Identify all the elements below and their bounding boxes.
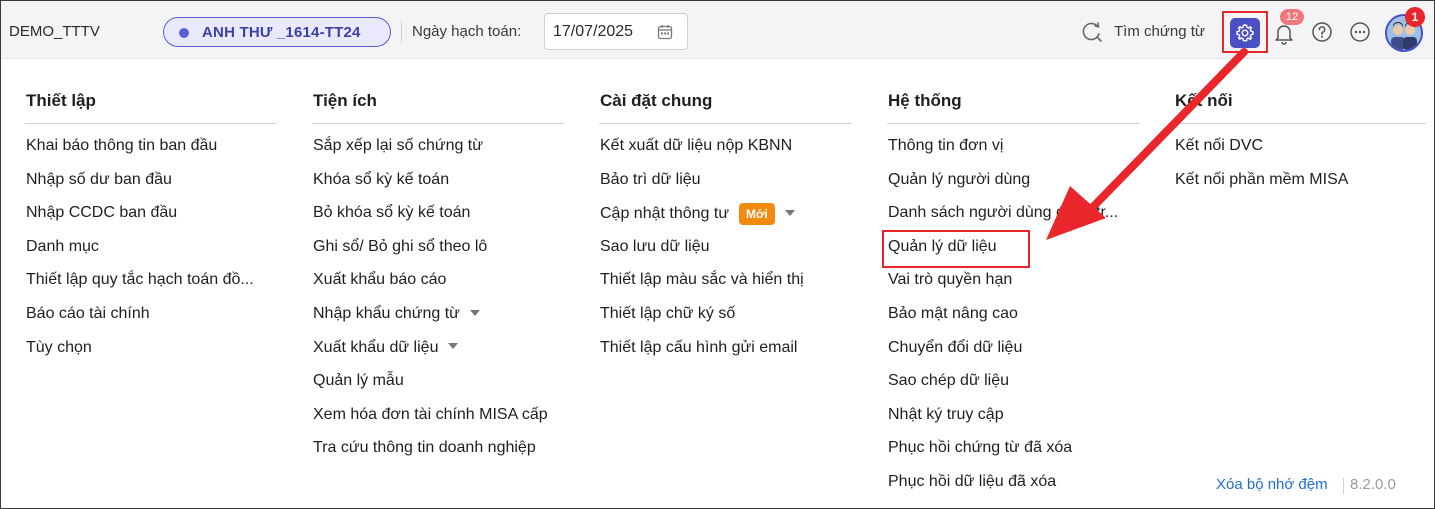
help-icon[interactable] <box>1311 21 1333 43</box>
settings-button[interactable] <box>1230 18 1260 48</box>
chevron-down-icon[interactable] <box>784 210 795 217</box>
posting-date-field[interactable]: 17/07/2025 <box>544 13 688 50</box>
menu-item[interactable]: Xuất khẩu báo cáo <box>312 270 564 304</box>
new-badge: Mới <box>739 203 775 226</box>
menu-item[interactable]: Xem hóa đơn tài chính MISA cấp <box>312 405 564 439</box>
menu-item[interactable]: Phục hồi chứng từ đã xóa <box>887 438 1139 472</box>
menu-item[interactable]: Thiết lập cấu hình gửi email <box>599 338 851 372</box>
clear-cache-link[interactable]: Xóa bộ nhớ đệm <box>1216 476 1328 493</box>
column-title: Thiết lập <box>25 88 277 124</box>
menu-item[interactable]: Nhập số dư ban đầu <box>25 170 277 204</box>
more-options-icon[interactable] <box>1349 21 1371 43</box>
column-title: Tiện ích <box>312 88 564 124</box>
menu-column-cai-dat-chung: Cài đặt chung Kết xuất dữ liệu nộp KBNN … <box>599 88 851 371</box>
menu-item[interactable]: Khai báo thông tin ban đầu <box>25 136 277 170</box>
menu-item[interactable]: Sắp xếp lại số chứng từ <box>312 136 564 170</box>
menu-item[interactable]: Tùy chọn <box>25 338 277 372</box>
avatar-badge: 1 <box>1405 7 1425 27</box>
menu-item[interactable]: Chuyển đổi dữ liệu <box>887 338 1139 372</box>
menu-column-tien-ich: Tiện ích Sắp xếp lại số chứng từ Khóa sổ… <box>312 88 564 472</box>
divider <box>401 21 402 43</box>
menu-item-label: Cập nhật thông tư <box>600 205 730 223</box>
menu-item[interactable]: Báo cáo tài chính <box>25 304 277 338</box>
menu-item[interactable]: Kết nối DVC <box>1174 136 1426 170</box>
version-label: 8.2.0.0 <box>1350 476 1396 493</box>
menu-item[interactable]: Sao chép dữ liệu <box>887 371 1139 405</box>
menu-item[interactable]: Bảo trì dữ liệu <box>599 170 851 204</box>
menu-item[interactable]: Bỏ khóa sổ kỳ kế toán <box>312 203 564 237</box>
top-bar: DEMO_TTTV ANH THƯ _1614-TT24 Ngày hạch t… <box>1 1 1434 59</box>
chevron-down-icon[interactable] <box>448 343 459 350</box>
data-management-highlight-box <box>882 230 1030 268</box>
menu-item[interactable]: Nhật ký truy cập <box>887 405 1139 439</box>
menu-item[interactable]: Thông tin đơn vị <box>887 136 1139 170</box>
menu-item[interactable]: Quản lý người dùng <box>887 170 1139 204</box>
menu-column-he-thong: Hệ thống Thông tin đơn vị Quản lý người … <box>887 88 1139 506</box>
menu-column-thiet-lap: Thiết lập Khai báo thông tin ban đầu Nhậ… <box>25 88 277 371</box>
menu-item[interactable]: Thiết lập màu sắc và hiển thị <box>599 270 851 304</box>
menu-item[interactable]: Vai trò quyền hạn <box>887 270 1139 304</box>
menu-item[interactable]: Nhập CCDC ban đầu <box>25 203 277 237</box>
menu-column-ket-noi: Kết nối Kết nối DVC Kết nối phần mềm MIS… <box>1174 88 1426 203</box>
menu-item[interactable]: Sao lưu dữ liệu <box>599 237 851 271</box>
user-name: ANH THƯ _1614-TT24 <box>202 24 361 41</box>
menu-item[interactable]: Phục hồi dữ liệu đã xóa <box>887 472 1139 506</box>
menu-item[interactable]: Kết xuất dữ liệu nộp KBNN <box>599 136 851 170</box>
posting-date-label: Ngày hạch toán: <box>412 23 522 40</box>
chevron-down-icon[interactable] <box>469 309 480 316</box>
menu-item[interactable]: Tra cứu thông tin doanh nghiệp <box>312 438 564 472</box>
menu-item-label: Xuất khẩu dữ liệu <box>313 338 439 356</box>
posting-date-value: 17/07/2025 <box>553 23 634 40</box>
search-voucher-label: Tìm chứng từ <box>1114 23 1205 40</box>
divider <box>1343 478 1344 494</box>
menu-item[interactable]: Thiết lập quy tắc hạch toán đồ... <box>25 270 277 304</box>
menu-item-label: Nhập khẩu chứng từ <box>313 304 460 322</box>
column-title: Hệ thống <box>887 88 1139 124</box>
calendar-icon[interactable] <box>657 24 673 40</box>
menu-item[interactable]: Thiết lập chữ ký số <box>599 304 851 338</box>
column-title: Cài đặt chung <box>599 88 851 124</box>
menu-item-export-data[interactable]: Xuất khẩu dữ liệu <box>312 338 564 372</box>
user-selector[interactable]: ANH THƯ _1614-TT24 <box>163 17 391 47</box>
company-name[interactable]: DEMO_TTTV <box>9 23 100 40</box>
user-status-dot <box>179 28 189 38</box>
menu-item-import-vouchers[interactable]: Nhập khẩu chứng từ <box>312 304 564 338</box>
menu-item[interactable]: Ghi sổ/ Bỏ ghi sổ theo lô <box>312 237 564 271</box>
column-title: Kết nối <box>1174 88 1426 124</box>
menu-item[interactable]: Bảo mật nâng cao <box>887 304 1139 338</box>
menu-item[interactable]: Quản lý mẫu <box>312 371 564 405</box>
menu-item[interactable]: Khóa sổ kỳ kế toán <box>312 170 564 204</box>
notification-badge: 12 <box>1280 9 1304 25</box>
menu-item[interactable]: Kết nối phần mềm MISA <box>1174 170 1426 204</box>
menu-item[interactable]: Danh mục <box>25 237 277 271</box>
search-refresh-icon <box>1082 22 1102 42</box>
menu-item-update-circular[interactable]: Cập nhật thông tư Mới <box>599 203 851 237</box>
gear-icon <box>1236 24 1254 42</box>
